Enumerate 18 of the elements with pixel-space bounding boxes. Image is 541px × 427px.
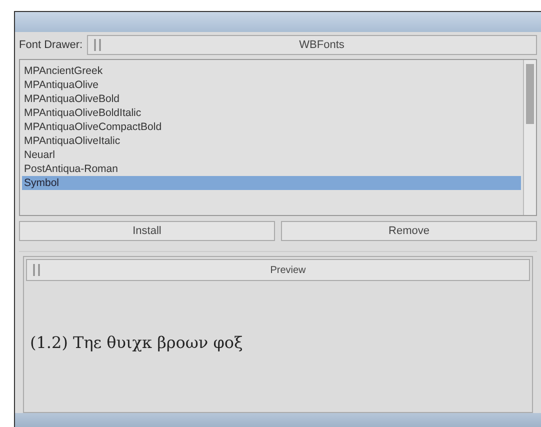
install-button[interactable]: Install xyxy=(19,221,275,242)
font-list-item[interactable]: MPAntiquaOliveItalic xyxy=(22,134,521,148)
grip-icon xyxy=(31,263,43,278)
grip-icon xyxy=(92,38,104,52)
font-drawer-cycle[interactable]: WBFonts xyxy=(86,34,537,55)
font-list-item[interactable]: MPAntiquaOliveBoldItalic xyxy=(22,106,521,120)
font-drawer-label: Font Drawer: xyxy=(19,38,83,51)
font-list-item[interactable]: MPAncientGreek xyxy=(22,64,521,78)
preview-sample-text: (1.2) Τηε θυιχκ βροων φοξ xyxy=(30,333,243,352)
font-list-item[interactable]: Neuarl xyxy=(22,148,521,162)
scroll-bar[interactable] xyxy=(523,60,536,216)
font-list-item[interactable]: MPAntiquaOlive xyxy=(22,78,521,92)
remove-button[interactable]: Remove xyxy=(281,221,537,242)
font-list-item[interactable]: PostAntiqua-Roman xyxy=(22,162,521,176)
preview-title: Preview xyxy=(269,264,307,276)
font-list-item[interactable]: MPAntiquaOliveBold xyxy=(22,92,521,106)
font-list-item[interactable]: MPAntiquaOliveCompactBold xyxy=(22,120,521,134)
font-list-item[interactable]: Symbol xyxy=(22,176,521,190)
